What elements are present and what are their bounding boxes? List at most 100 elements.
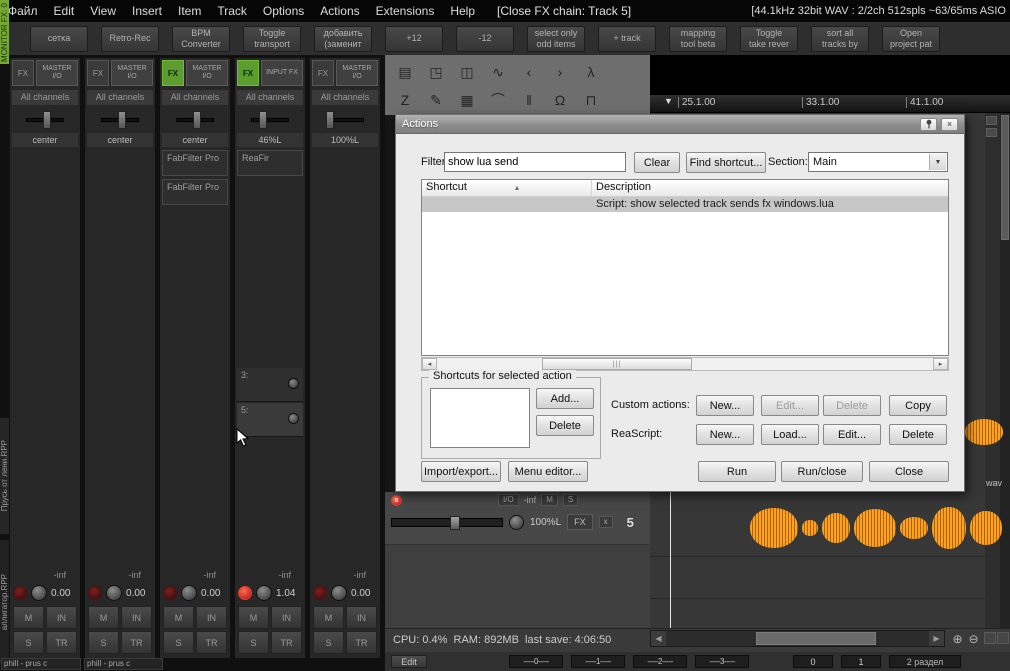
io-button[interactable]: MASTER I/O (111, 60, 153, 86)
scroll-left-icon[interactable]: ◂ (422, 358, 437, 370)
toolbar-plus12-button[interactable]: +12 (385, 25, 443, 52)
lines-icon[interactable]: ‖ (517, 89, 541, 111)
gain-knob[interactable] (331, 585, 347, 601)
gain-knob[interactable] (256, 585, 272, 601)
pan-slider[interactable] (237, 107, 303, 133)
toolbar-mapping-tool-button[interactable]: mapping tool beta (669, 25, 727, 52)
record-arm-button[interactable] (13, 586, 27, 600)
toolbar-open-project-button[interactable]: Open project pat (882, 25, 940, 52)
gain-knob[interactable] (31, 585, 47, 601)
toolbar-add-replace-button[interactable]: добавить (заменит (314, 25, 372, 52)
toolbar-toggle-take-button[interactable]: Toggle take rever (740, 25, 798, 52)
vertical-scrollbar-thumb[interactable] (1001, 115, 1009, 240)
input-button[interactable]: IN (346, 606, 377, 629)
list-horizontal-scrollbar[interactable]: ◂ ||| ▸ (421, 357, 949, 371)
menu-edit[interactable]: Edit (46, 4, 83, 18)
pan-knob[interactable] (509, 514, 524, 530)
reascript-new-button[interactable]: New... (696, 424, 754, 445)
input-button[interactable]: IN (121, 606, 152, 629)
mute-button[interactable]: M (541, 494, 558, 506)
fx-badge[interactable]: FX (87, 60, 109, 86)
fx-slot[interactable]: FabFilter Pro (162, 179, 228, 205)
run-button[interactable]: Run (698, 461, 776, 482)
grid-icon[interactable]: ▦ (455, 89, 479, 111)
pan-slider[interactable] (312, 107, 378, 133)
gain-knob[interactable] (181, 585, 197, 601)
menu-track[interactable]: Track (209, 4, 255, 18)
channels-selector[interactable]: All channels (87, 90, 153, 105)
marker-flag-icon[interactable]: ▼ (664, 96, 673, 106)
loop-icon[interactable]: Ω (548, 89, 572, 111)
io-button[interactable]: MASTER I/O (336, 60, 378, 86)
pencil-icon[interactable]: ✎ (424, 89, 448, 111)
menu-help[interactable]: Help (442, 4, 483, 18)
record-arm-button[interactable] (313, 586, 327, 600)
input-button[interactable]: IN (46, 606, 77, 629)
menu-options[interactable]: Options (255, 4, 312, 18)
trim-button[interactable]: TR (46, 631, 77, 654)
column-header-shortcut[interactable]: Shortcut ▴ (422, 180, 592, 196)
toolbar-bpm-converter-button[interactable]: BPM Converter (172, 25, 230, 52)
scrollbar-thumb[interactable]: ||| (542, 358, 692, 370)
fx-slot[interactable]: FabFilter Pro (162, 150, 228, 176)
pan-slider[interactable] (162, 107, 228, 133)
record-arm-button[interactable]: a (391, 494, 402, 506)
find-shortcut-button[interactable]: Find shortcut... (686, 152, 766, 173)
io-button[interactable]: I/O (498, 494, 519, 506)
horizontal-scrollbar[interactable]: ◀ ▶ (650, 630, 945, 647)
shortcuts-listbox[interactable] (430, 388, 530, 448)
fx-badge[interactable]: FX (162, 60, 184, 86)
record-arm-button[interactable] (163, 586, 177, 600)
fx-badge[interactable]: FX (237, 60, 259, 86)
mute-button[interactable]: M (313, 606, 344, 629)
edit-button[interactable]: Edit (391, 655, 427, 668)
volume-slider-handle[interactable] (450, 515, 460, 530)
close-button[interactable]: Close (869, 461, 949, 482)
pin-button[interactable] (920, 117, 937, 131)
solo-button[interactable]: S (13, 631, 44, 654)
send-knob[interactable] (288, 378, 299, 389)
corner-grip[interactable] (984, 632, 996, 644)
reascript-delete-button[interactable]: Delete (889, 424, 947, 445)
pan-slider[interactable] (12, 107, 78, 133)
transport-field-1[interactable]: -----0----- (509, 655, 563, 668)
zoom-out-icon[interactable]: ⊖ (966, 631, 981, 646)
solo-button[interactable]: S (313, 631, 344, 654)
selected-action-row[interactable]: Script: show selected track sends fx win… (422, 197, 948, 212)
solo-button[interactable]: S (238, 631, 269, 654)
timeline-ruler[interactable]: ▼ 25.1.00 33.1.00 41.1.00 (650, 95, 1010, 113)
custom-copy-button[interactable]: Copy (889, 395, 947, 416)
new-project-icon[interactable]: ▤ (393, 61, 417, 83)
custom-new-button[interactable]: New... (696, 395, 754, 416)
channels-selector[interactable]: All channels (12, 90, 78, 105)
transport-field-2[interactable]: -----1----- (571, 655, 625, 668)
send-slot-3[interactable]: 3: (237, 368, 303, 402)
io-button[interactable]: MASTER I/O (36, 60, 78, 86)
toolbar-toggle-transport-button[interactable]: Toggle transport (243, 25, 301, 52)
section-dropdown[interactable]: Main ▼ (808, 152, 948, 172)
trim-button[interactable]: TR (271, 631, 302, 654)
transport-field-4[interactable]: -----3----- (695, 655, 749, 668)
transport-value-1[interactable]: 0 (793, 655, 833, 668)
menu-extensions[interactable]: Extensions (368, 4, 443, 18)
actions-list[interactable]: Shortcut ▴ Description Script: show selec… (421, 179, 949, 356)
io-button[interactable]: MASTER I/O (186, 60, 228, 86)
reascript-load-button[interactable]: Load... (761, 424, 819, 445)
horizontal-scrollbar-thumb[interactable] (756, 632, 876, 645)
volume-slider[interactable] (391, 515, 503, 530)
custom-edit-button[interactable]: Edit... (761, 395, 819, 416)
dialog-title-bar[interactable]: Actions × (396, 115, 964, 134)
media-item-label[interactable]: phill - prus c (1, 658, 81, 670)
trim-button[interactable]: TR (346, 631, 377, 654)
toolbar-grid-button[interactable]: сетка (30, 25, 88, 52)
pan-slider[interactable] (87, 107, 153, 133)
toolbar-select-odd-items-button[interactable]: select only odd items (527, 25, 585, 52)
menu-editor-button[interactable]: Menu editor... (508, 461, 588, 482)
zigzag-icon[interactable]: Ζ (393, 89, 417, 111)
trim-button[interactable]: TR (196, 631, 227, 654)
io-button[interactable]: INPUT FX (261, 60, 303, 86)
lock-icon[interactable]: ⊓ (579, 89, 603, 111)
track-mini-button[interactable] (986, 116, 997, 125)
project-tab-1[interactable]: Прусь от лени.RPP (0, 418, 9, 534)
corner-grip[interactable] (997, 632, 1009, 644)
